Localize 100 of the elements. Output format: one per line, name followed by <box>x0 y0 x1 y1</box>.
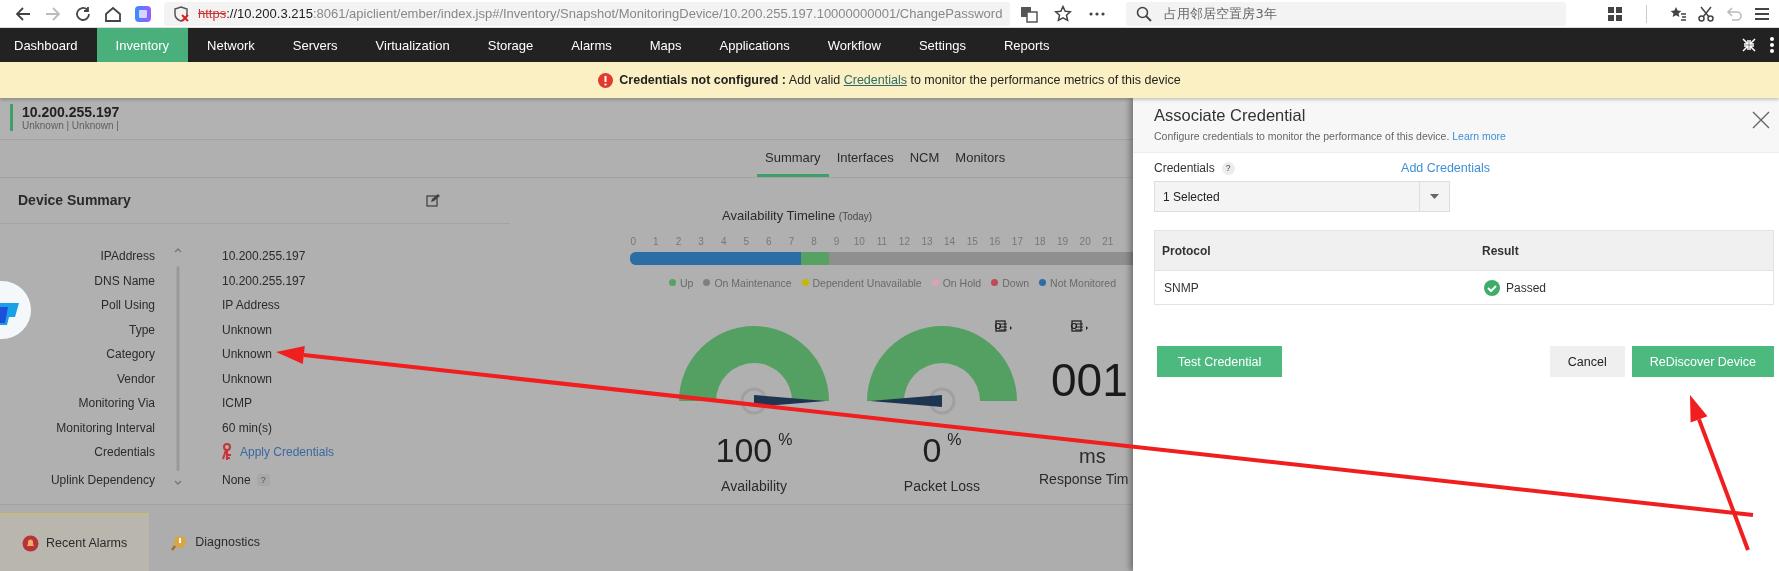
nav-item[interactable]: Workflow <box>808 28 900 62</box>
nav-item[interactable]: Settings <box>899 28 985 62</box>
cancel-button[interactable]: Cancel <box>1549 346 1625 377</box>
response-value: 001 <box>1051 352 1128 407</box>
bottom-tab[interactable]: Diagnostics <box>149 513 282 571</box>
field-label: Credentials <box>94 445 155 460</box>
legend-label: On Hold <box>942 276 982 289</box>
report-icon[interactable] <box>995 318 1013 333</box>
nav-item[interactable]: Servers <box>273 28 357 62</box>
nav-item[interactable]: Network <box>188 28 274 62</box>
tab[interactable]: Interfaces <box>828 149 902 177</box>
caret-icon <box>1430 193 1439 200</box>
hour-label: 4 <box>719 235 728 247</box>
hour-label: 11 <box>875 235 888 247</box>
edit-icon[interactable] <box>426 193 440 208</box>
field-label: Type <box>129 322 155 337</box>
nav-item[interactable]: Reports <box>984 28 1069 62</box>
tab[interactable]: Summary <box>757 149 829 177</box>
not-secure-icon <box>172 4 190 23</box>
legend-label: Dependent Unavailable <box>812 276 922 289</box>
field-value: 60 min(s) <box>221 420 272 435</box>
device-subtitle: Unknown | Unknown | <box>22 120 119 131</box>
table-cell: Passed <box>1506 280 1547 295</box>
field-value: Unknown <box>221 371 273 386</box>
app-icon[interactable] <box>134 4 152 23</box>
field-label: IPAddress <box>100 249 155 264</box>
tab[interactable]: Monitors <box>947 149 1014 177</box>
nav-item[interactable]: Dashboard <box>0 28 97 62</box>
nav-item[interactable]: Maps <box>630 28 701 62</box>
tab[interactable]: NCM <box>901 149 948 177</box>
field-label: Vendor <box>116 371 155 386</box>
hour-label: 13 <box>920 235 934 247</box>
nav-item[interactable]: Alarms <box>552 28 631 62</box>
hour-label: 18 <box>1033 235 1047 247</box>
credentials-dropdown[interactable]: 1 Selected <box>1154 181 1450 212</box>
home-icon[interactable] <box>104 4 122 23</box>
search-field[interactable]: 占用邻居空置房3年 <box>1162 5 1547 22</box>
bottom-tab[interactable]: Recent Alarms <box>0 513 150 571</box>
gauge-label: Response Tim <box>1039 470 1129 487</box>
floating-app-icon[interactable] <box>0 281 32 339</box>
passed-icon <box>1484 279 1500 296</box>
field-value: 10.200.255.197 <box>221 273 306 288</box>
field-label: Credentials <box>1154 161 1215 175</box>
credentials-link[interactable]: Credentials <box>843 73 907 87</box>
close-icon[interactable] <box>1751 110 1771 130</box>
diagnostics-icon <box>171 533 189 551</box>
collapse-icon[interactable] <box>1741 37 1757 53</box>
response-unit: ms <box>1079 444 1106 468</box>
field-label: Monitoring Interval <box>56 420 155 435</box>
field-label: Uplink Dependency <box>50 472 155 487</box>
field-value: Unknown <box>221 347 273 362</box>
add-credentials-link[interactable]: Add Credentials <box>1401 161 1490 175</box>
field-value: ICMP <box>221 396 252 411</box>
star-icon[interactable] <box>1054 4 1073 23</box>
gauge-label: Packet Loss <box>903 477 981 494</box>
legend-label: Up <box>680 276 694 289</box>
hour-label: 20 <box>1078 235 1092 247</box>
column-header: Result <box>1475 230 1774 271</box>
panel-title: Device Summary <box>18 192 131 209</box>
gauge-label: Availability <box>721 477 787 494</box>
field-value: 10.200.255.197 <box>221 249 306 264</box>
field-label: DNS Name <box>94 273 155 288</box>
chart-title: Availability Timeline (Today) <box>722 207 873 223</box>
field-label: Monitoring Via <box>78 396 155 411</box>
drawer-description: Configure credentials to monitor the performance of this device. Learn more <box>1154 130 1506 142</box>
reload-icon[interactable] <box>74 4 92 23</box>
error-icon <box>598 72 614 88</box>
grid-icon[interactable] <box>1606 4 1624 23</box>
field-value: None <box>222 472 251 487</box>
key-icon <box>222 443 234 462</box>
drawer-title: Associate Credential <box>1154 106 1307 125</box>
more-vertical-icon[interactable] <box>1769 36 1775 54</box>
gauge-value: 100 $^{%}$ <box>715 430 793 470</box>
banner-message: Credentials not configured : Add valid Credentials to monitor the performance metrics of this device <box>619 73 1181 87</box>
field-label: Category <box>106 347 155 362</box>
address-bar[interactable]: https://10.200.3.215:8061/apiclient/ember/index.jsp#/Inventory/Snapshot/MonitoringDevice/10.200.255.197.10000000001/ChangePassword <box>164 1 1011 26</box>
legend-label: Not Monitored <box>1050 276 1116 289</box>
nav-item[interactable]: Storage <box>468 28 553 62</box>
hour-label: 3 <box>697 235 705 247</box>
table-cell: SNMP <box>1154 270 1475 305</box>
report-icon[interactable] <box>1071 318 1089 333</box>
search-box[interactable]: 占用邻居空置房3年 <box>1126 1 1567 26</box>
back-icon[interactable] <box>14 4 32 23</box>
column-header: Protocol <box>1154 230 1475 271</box>
device-name: 10.200.255.197 <box>22 104 121 120</box>
hour-label: 12 <box>897 235 911 247</box>
translate-icon[interactable] <box>1020 4 1039 23</box>
alarm-icon <box>22 534 39 552</box>
field-value: IP Address <box>221 298 280 313</box>
search-icon <box>1136 5 1153 22</box>
scissors-icon[interactable] <box>1697 4 1715 23</box>
legend-label: Down <box>1002 276 1030 289</box>
field-value: Unknown <box>221 322 273 337</box>
gauge-value: 0 $^{%}$ <box>922 430 962 470</box>
nav-item[interactable]: Virtualization <box>356 28 469 62</box>
nav-item[interactable]: Applications <box>700 28 809 62</box>
legend-label: On Maintenance <box>714 276 792 289</box>
url-text: https://10.200.3.215:8061/apiclient/ember/index.jsp#/Inventory/Snapshot/MonitoringDevice/10.200.255.197.10000000001/ChangePassword <box>198 6 1003 21</box>
help-badge[interactable]: ? <box>1221 161 1235 175</box>
field-label: Poll Using <box>100 298 155 313</box>
